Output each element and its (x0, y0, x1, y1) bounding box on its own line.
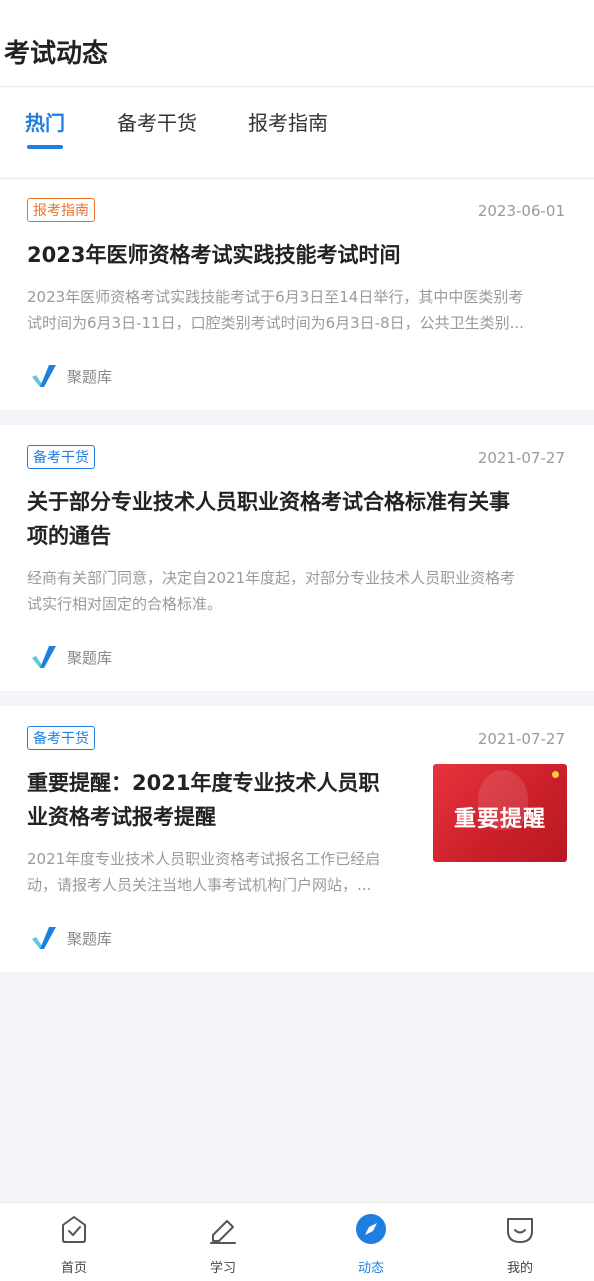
active-tab-indicator (27, 145, 63, 149)
title-line: 业资格考试报考提醒 (27, 805, 216, 829)
source-name: 聚题库 (67, 648, 113, 667)
compass-icon (356, 1214, 386, 1244)
article-title[interactable]: 关于部分专业技术人员职业资格考试合格标准有关事 项的通告 (27, 485, 510, 553)
summary-line: 试时间为6月3日-11日，口腔类别考试时间为6月3日-8日，公共卫生类别... (27, 314, 524, 332)
nav-label: 首页 (60, 1261, 87, 1276)
article-tag: 备考干货 (27, 445, 95, 469)
thumbnail-dot (552, 771, 559, 778)
summary-line: 2021年度专业技术人员职业资格考试报名工作已经启 (27, 850, 381, 868)
article-card[interactable]: 备考干货 2021-07-27 关于部分专业技术人员职业资格考试合格标准有关事 … (0, 425, 594, 691)
article-title[interactable]: 2023年医师资格考试实践技能考试时间 (27, 238, 400, 272)
article-summary: 经商有关部门同意，决定自2021年度起，对部分专业技术人员职业资格考 试实行相对… (27, 565, 515, 617)
tab-prep-tips[interactable]: 备考干货 (117, 107, 197, 136)
app-header: 考试动态 (0, 0, 594, 87)
article-tag: 报考指南 (27, 198, 95, 222)
article-thumbnail[interactable]: 重要提醒 (433, 764, 567, 862)
article-summary: 2021年度专业技术人员职业资格考试报名工作已经启 动，请报考人员关注当地人事考… (27, 846, 380, 898)
nav-label: 我的 (506, 1261, 533, 1276)
summary-line: 试实行相对固定的合格标准。 (27, 595, 223, 613)
source-name: 聚题库 (67, 929, 113, 948)
page-title: 考试动态 (4, 39, 109, 69)
nav-news[interactable]: 动态 (321, 1203, 421, 1281)
summary-line: 动，请报考人员关注当地人事考试机构门户网站，... (27, 876, 372, 894)
article-tag: 备考干货 (27, 726, 95, 750)
tab-hot[interactable]: 热门 (25, 107, 65, 136)
pencil-icon (210, 1220, 236, 1244)
juti-logo-icon (32, 365, 56, 387)
article-source: 聚题库 (32, 646, 112, 668)
title-line: 重要提醒：2021年度专业技术人员职 (27, 771, 380, 795)
nav-label: 动态 (357, 1261, 384, 1276)
article-card[interactable]: 备考干货 2021-07-27 重要提醒：2021年度专业技术人员职 业资格考试… (0, 706, 594, 972)
article-date: 2021-07-27 (477, 449, 565, 467)
title-line: 关于部分专业技术人员职业资格考试合格标准有关事 (27, 490, 510, 514)
article-date: 2021-07-27 (477, 730, 565, 748)
article-summary: 2023年医师资格考试实践技能考试于6月3日至14日举行，其中中医类别考 试时间… (27, 284, 524, 336)
summary-line: 2023年医师资格考试实践技能考试于6月3日至14日举行，其中中医类别考 (27, 288, 524, 306)
article-source: 聚题库 (32, 927, 112, 949)
source-name: 聚题库 (67, 367, 113, 386)
summary-line: 经商有关部门同意，决定自2021年度起，对部分专业技术人员职业资格考 (27, 569, 516, 587)
tab-registration-guide[interactable]: 报考指南 (248, 107, 328, 136)
juti-logo-icon (32, 646, 56, 668)
article-card[interactable]: 报考指南 2023-06-01 2023年医师资格考试实践技能考试时间 2023… (0, 180, 594, 410)
bottom-nav: 首页 学习 动态 我的 (0, 1202, 594, 1281)
nav-label: 学习 (209, 1261, 236, 1276)
tab-bar: 热门 备考干货 报考指南 (0, 87, 594, 177)
article-source: 聚题库 (32, 365, 112, 387)
nav-study[interactable]: 学习 (173, 1203, 273, 1281)
article-title[interactable]: 重要提醒：2021年度专业技术人员职 业资格考试报考提醒 (27, 766, 379, 834)
juti-logo-icon (32, 927, 56, 949)
nav-profile[interactable]: 我的 (470, 1203, 570, 1281)
nav-home[interactable]: 首页 (24, 1203, 124, 1281)
home-check-icon (62, 1216, 86, 1243)
profile-icon (507, 1218, 533, 1243)
thumbnail-text: 重要提醒 (453, 807, 546, 832)
title-line: 项的通告 (27, 524, 111, 548)
article-date: 2023-06-01 (477, 202, 565, 220)
